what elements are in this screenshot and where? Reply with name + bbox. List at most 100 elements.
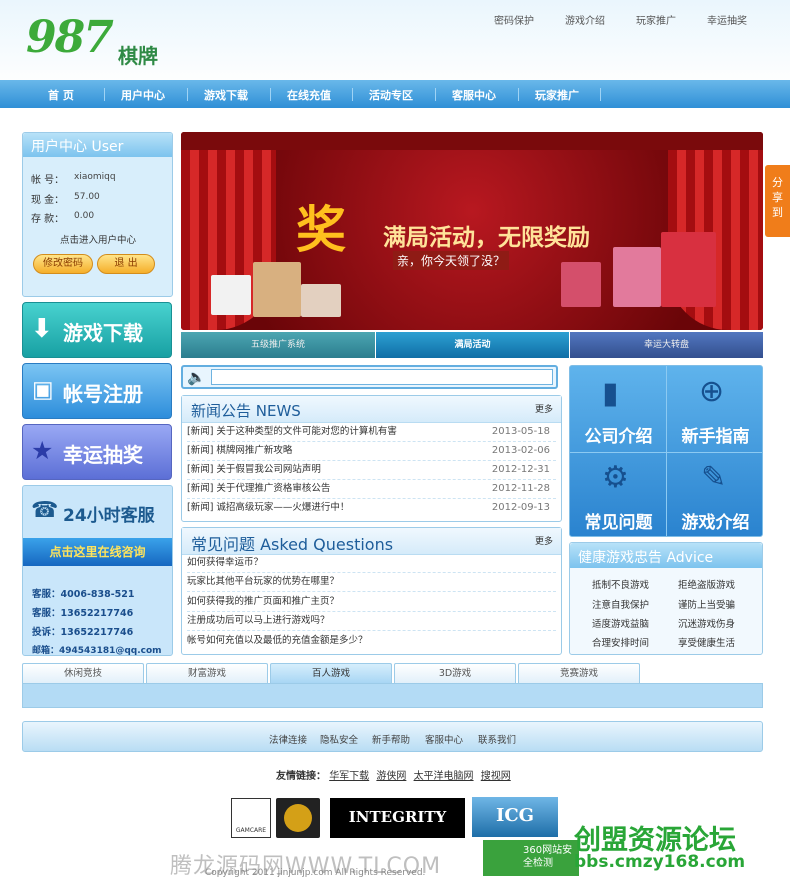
account-value: xiaomiqq — [74, 172, 116, 182]
enter-user-center-link[interactable]: 点击进入用户中心 — [60, 232, 136, 246]
faq-item[interactable]: 如何获得幸运币？ — [187, 554, 556, 573]
change-password-button[interactable]: 修改密码 — [33, 254, 93, 274]
game-download-button[interactable]: ⬇ 游戏下载 — [22, 302, 172, 358]
contact-kf1: 客服：4006-838-521 — [32, 589, 135, 600]
logout-button[interactable]: 退 出 — [97, 254, 155, 274]
tab-fortune[interactable]: 财富游戏 — [146, 663, 268, 683]
main-nav: 首 页 用户中心 游戏下载 在线充值 活动专区 客服中心 玩家推广 — [0, 80, 790, 108]
phone-icon: ☎ — [31, 498, 59, 523]
faq-item[interactable]: 帐号如何充值以及最低的充值金额是多少？ — [187, 632, 556, 651]
advice-item: 抵制不良游戏 — [592, 580, 650, 591]
curtain-top — [181, 132, 763, 150]
nav-promote[interactable]: 玩家推广 — [535, 87, 579, 103]
faq-tile[interactable]: ⚙ 常见问题 — [570, 452, 667, 538]
cash-label: 现 金： — [31, 195, 65, 206]
banner-tab-activity[interactable]: 满局活动 — [376, 332, 569, 358]
bank-value: 0.00 — [74, 211, 95, 221]
footer-link-contact[interactable]: 联系我们 — [478, 732, 516, 746]
nav-service[interactable]: 客服中心 — [452, 87, 496, 103]
nav-home[interactable]: 首 页 — [48, 87, 74, 103]
footer-nav: 法律连接 隐私安全 新手帮助 客服中心 联系我们 — [22, 721, 763, 752]
news-item[interactable]: [新闻] 棋牌网推广新攻略 2013-02-06 — [187, 442, 556, 461]
integrity-logo[interactable]: INTEGRITY — [330, 798, 465, 838]
security-check-logo[interactable]: 360网站安全检测 — [483, 840, 579, 876]
faq-box: 常见问题 Asked Questions 更多 如何获得幸运币？ 玩家比其他平台… — [181, 527, 562, 655]
news-box: 新闻公告 NEWS 更多 [新闻] 关于这种类型的文件可能对您的计算机有害 201… — [181, 395, 562, 522]
friend-links: 友情链接： 华军下载 游侠网 太平洋电脑网 搜视网 — [276, 767, 511, 782]
banner-title: 满局活动，无限奖励 — [383, 225, 590, 251]
game-intro-tile[interactable]: ✎ 游戏介绍 — [667, 452, 764, 538]
account-label: 帐 号： — [31, 175, 65, 186]
tab-contest[interactable]: 竞赛游戏 — [518, 663, 640, 683]
banner-big-char: 奖 — [296, 201, 346, 259]
icg-logo[interactable]: ICG — [472, 797, 558, 837]
bank-label: 存 款： — [31, 214, 65, 225]
service-24h-label: 24小时客服 — [63, 506, 155, 526]
logo-number[interactable]: 987 — [26, 12, 114, 63]
beginner-guide-tile[interactable]: ⊕ 新手指南 — [667, 366, 764, 452]
gear-icon: ⚙ — [602, 460, 629, 495]
friend-links-label: 友情链接： — [276, 771, 326, 782]
gift-box — [211, 275, 251, 315]
seal-logo[interactable] — [276, 798, 320, 838]
contact-mail: 邮箱：494543181@qq.com — [32, 646, 162, 656]
toplink-lottery[interactable]: 幸运抽奖 — [707, 12, 747, 27]
online-consult-button[interactable]: 点击这里在线咨询 — [23, 538, 172, 566]
share-button[interactable]: 分享到 — [765, 165, 790, 237]
footer-link-help[interactable]: 新手帮助 — [372, 732, 410, 746]
gamcare-logo[interactable]: GAMCARE — [231, 798, 271, 838]
gift-box — [561, 262, 601, 307]
advice-item: 沉迷游戏伤身 — [678, 619, 736, 630]
toplink-promote[interactable]: 玩家推广 — [636, 12, 676, 27]
gift-box — [301, 284, 341, 317]
news-title: 新闻公告 NEWS — [191, 402, 301, 420]
news-more-link[interactable]: 更多 — [535, 402, 553, 415]
tab-3d[interactable]: 3D游戏 — [394, 663, 516, 683]
pencil-icon: ✎ — [701, 460, 727, 495]
faq-item[interactable]: 注册成功后可以马上进行游戏吗？ — [187, 612, 556, 631]
promo-banner[interactable]: 奖 满局活动，无限奖励 亲，你今天领了没？ — [181, 132, 763, 330]
speaker-icon: 🔈 — [187, 368, 206, 386]
contact-kf2: 客服：13652217746 — [32, 608, 134, 619]
logo-text[interactable]: 棋牌 — [118, 40, 158, 69]
lottery-button[interactable]: ★ 幸运抽奖 — [22, 424, 172, 480]
news-item[interactable]: [新闻] 关于这种类型的文件可能对您的计算机有害 2013-05-18 — [187, 423, 556, 442]
company-intro-tile[interactable]: ▮ 公司介绍 — [570, 366, 667, 452]
footer-link-privacy[interactable]: 隐私安全 — [320, 732, 358, 746]
advice-item: 适度游戏益脑 — [592, 619, 650, 630]
friend-link[interactable]: 华军下载 — [329, 771, 369, 782]
game-tab-content — [22, 683, 763, 708]
faq-item[interactable]: 玩家比其他平台玩家的优势在哪里？ — [187, 573, 556, 592]
faq-more-link[interactable]: 更多 — [535, 534, 553, 547]
news-item[interactable]: [新闻] 关于代理推广资格审核公告 2012-11-28 — [187, 480, 556, 499]
news-item[interactable]: [新闻] 关于假冒我公司网站声明 2012-12-31 — [187, 461, 556, 480]
faq-item[interactable]: 如何获得我的推广页面和推广主页？ — [187, 593, 556, 612]
footer-link-legal[interactable]: 法律连接 — [269, 732, 307, 746]
friend-link[interactable]: 游侠网 — [376, 771, 406, 782]
zoom-in-icon: ⊕ — [699, 374, 725, 409]
nav-events[interactable]: 活动专区 — [369, 87, 413, 103]
nav-download[interactable]: 游戏下载 — [204, 87, 248, 103]
beginner-guide-label: 新手指南 — [681, 427, 750, 447]
service-panel: ☎ 24小时客服 点击这里在线咨询 客服：4006-838-521 客服：136… — [22, 485, 173, 656]
footer-link-service[interactable]: 客服中心 — [425, 732, 463, 746]
advice-item: 注意自我保护 — [592, 600, 650, 611]
banner-tab-wheel[interactable]: 幸运大转盘 — [570, 332, 763, 358]
register-button[interactable]: ▣ 帐号注册 — [22, 363, 172, 419]
friend-link[interactable]: 太平洋电脑网 — [414, 771, 474, 782]
banner-tab-promotion[interactable]: 五级推广系统 — [181, 332, 375, 358]
user-panel: 用户中心 User 帐 号： xiaomiqq 现 金： 57.00 存 款： … — [22, 132, 173, 297]
friend-link[interactable]: 搜视网 — [481, 771, 511, 782]
copyright: Copyright 2011 jinjunjp.com All Rights R… — [205, 868, 426, 878]
download-arrow-icon: ⬇ — [31, 314, 53, 344]
tab-casual[interactable]: 休闲竞技 — [22, 663, 144, 683]
news-item[interactable]: [新闻] 诚招高级玩家——火爆进行中！ 2012-09-13 — [187, 499, 556, 518]
tab-hundred[interactable]: 百人游戏 — [270, 663, 392, 683]
game-download-label: 游戏下载 — [63, 321, 143, 345]
nav-user-center[interactable]: 用户中心 — [121, 87, 165, 103]
announcement-input[interactable] — [211, 369, 553, 385]
watermark-right-url: bbs.cmzy168.com — [574, 852, 746, 872]
toplink-games[interactable]: 游戏介绍 — [565, 12, 605, 27]
toplink-password[interactable]: 密码保护 — [494, 12, 534, 27]
nav-recharge[interactable]: 在线充值 — [287, 87, 331, 103]
